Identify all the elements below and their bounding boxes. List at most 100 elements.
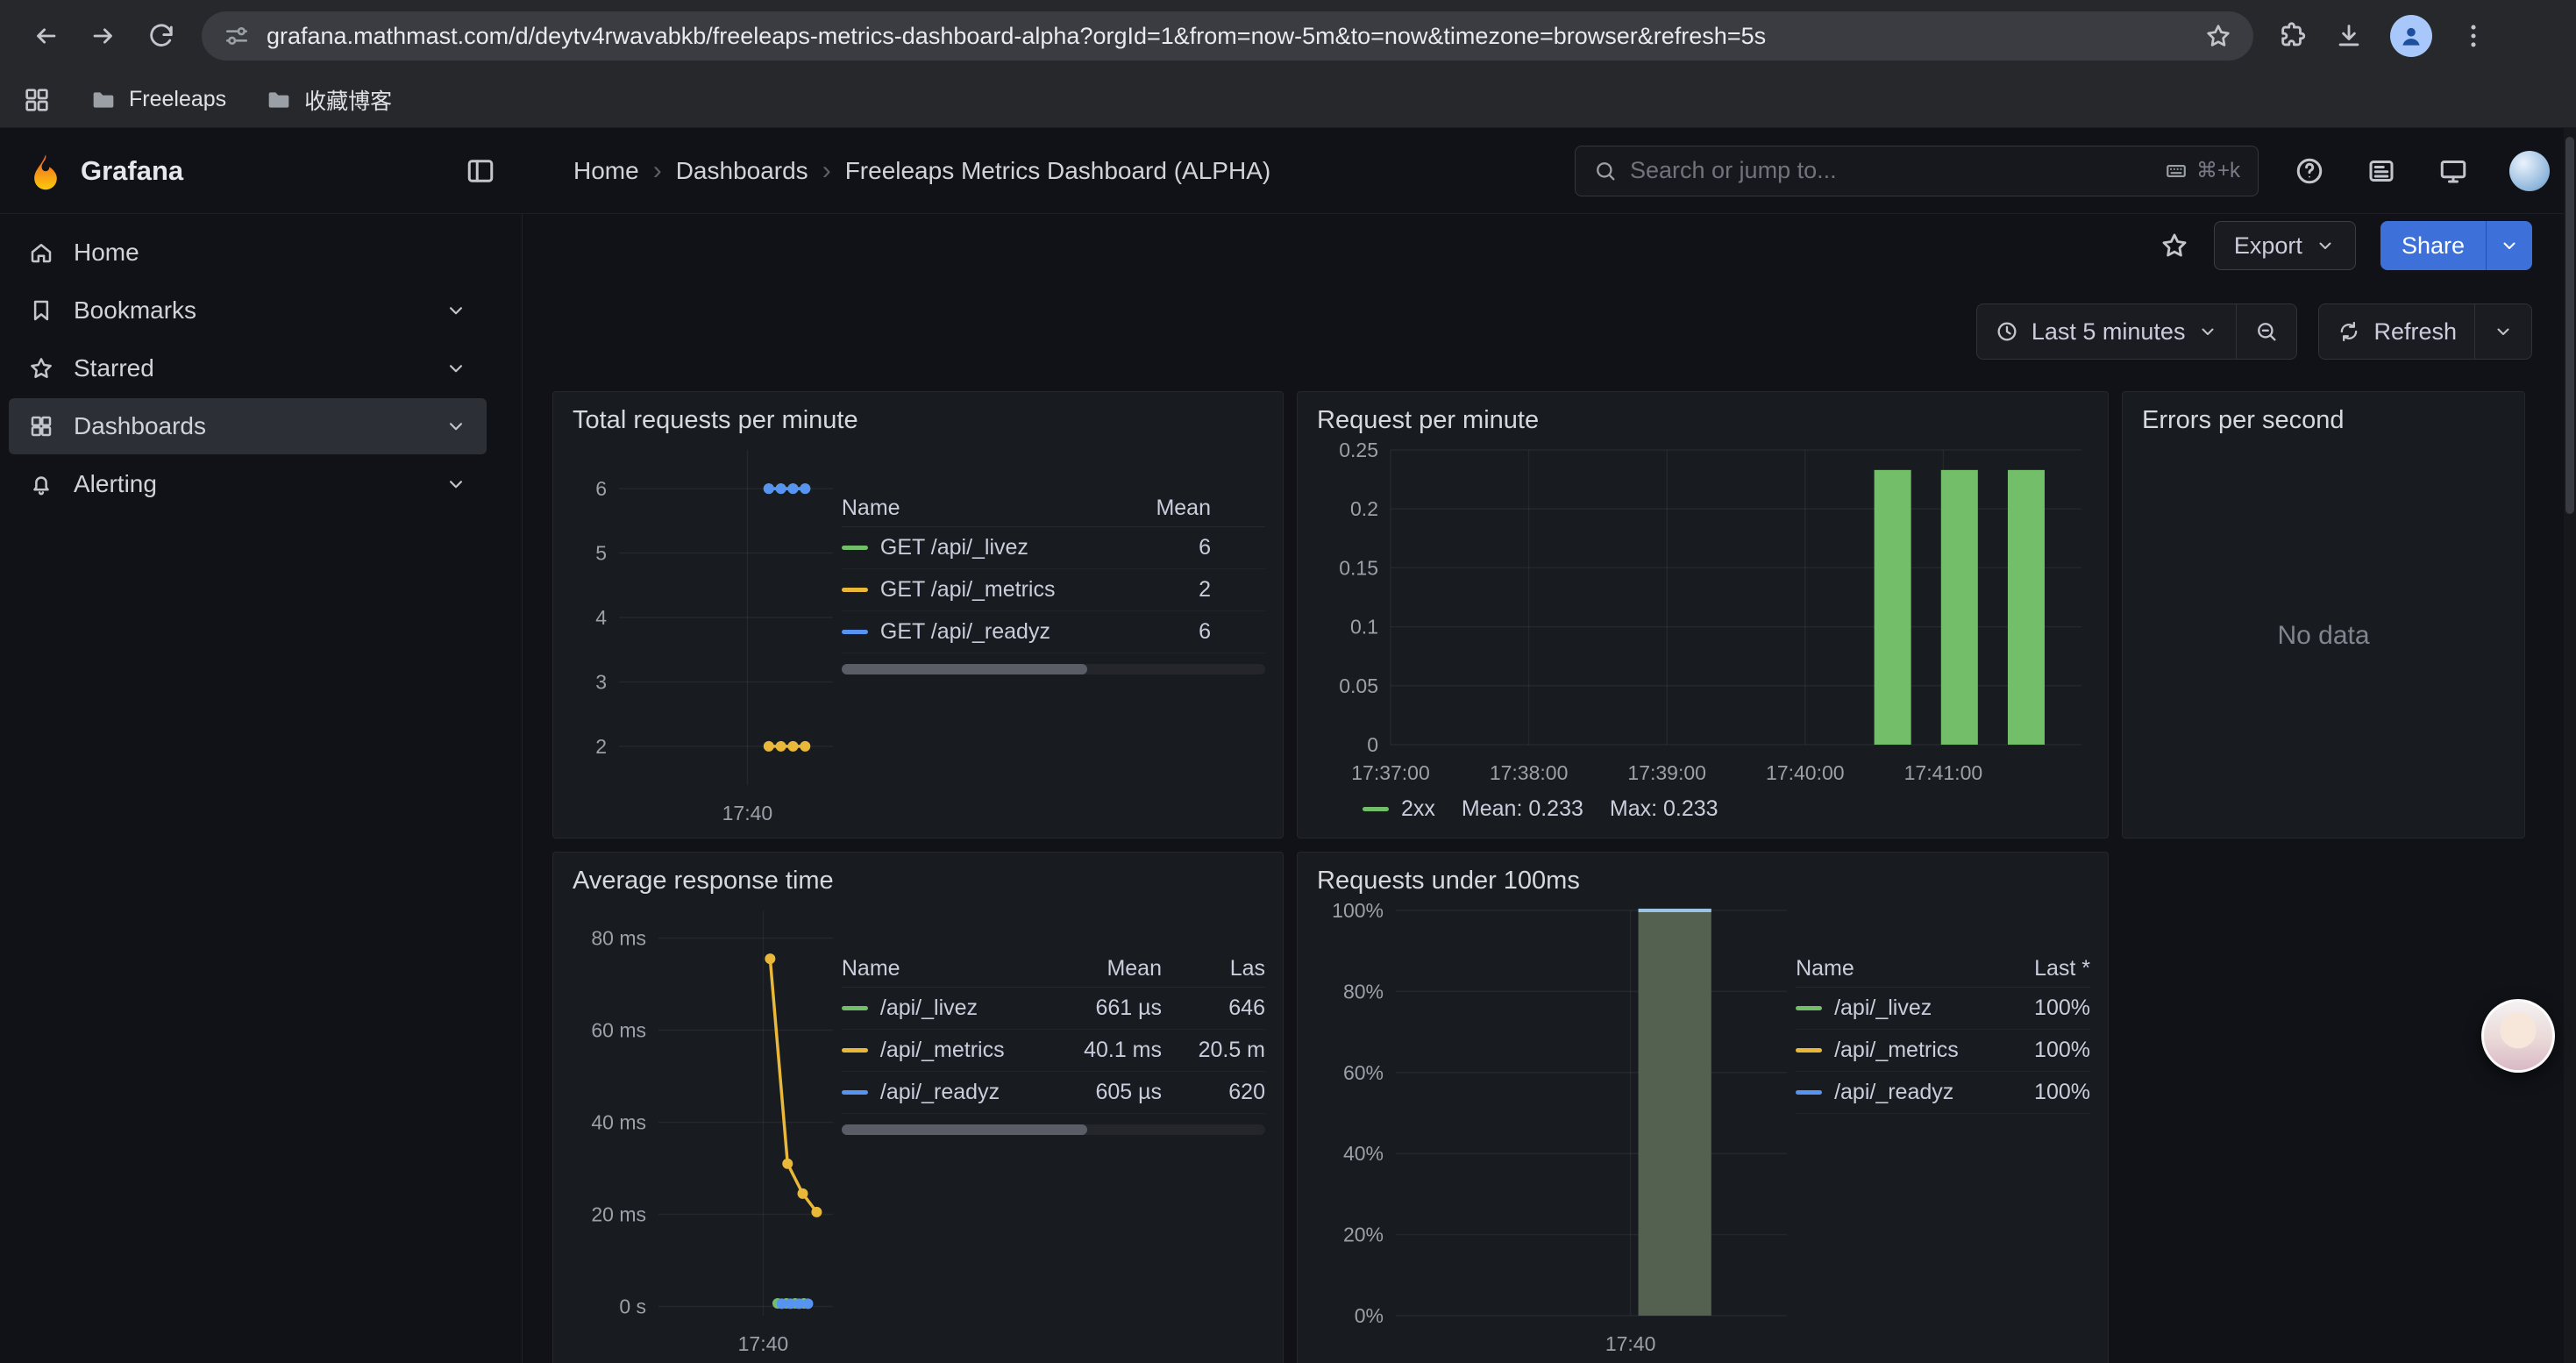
time-range-group: Last 5 minutes	[1976, 303, 2298, 360]
grafana-brand[interactable]: Grafana	[26, 152, 465, 190]
legend-column-header[interactable]: Mean	[1079, 496, 1211, 521]
legend-row[interactable]: GET /api/_readyz6	[842, 611, 1265, 653]
favorite-star-icon[interactable]	[2160, 231, 2189, 260]
floating-avatar[interactable]	[2481, 999, 2555, 1073]
chart-request-per-minute[interactable]: 00.050.10.150.20.2517:37:0017:38:0017:39…	[1315, 443, 2090, 789]
back-arrow-icon	[31, 21, 60, 51]
search-shortcut: ⌘+k	[2165, 158, 2240, 183]
help-icon[interactable]	[2294, 155, 2325, 187]
breadcrumb-dashboards[interactable]: Dashboards	[676, 157, 808, 185]
share-button[interactable]: Share	[2380, 221, 2532, 270]
page-scrollbar-thumb[interactable]	[2565, 137, 2574, 514]
extensions-icon[interactable]	[2278, 21, 2308, 51]
chevron-down-icon[interactable]	[445, 473, 467, 496]
bookmark-icon	[28, 297, 54, 324]
legend-row[interactable]: /api/_readyz605 µs620	[842, 1072, 1265, 1114]
sidebar-item-alerting[interactable]: Alerting	[9, 456, 487, 512]
panel-title[interactable]: Errors per second	[2123, 392, 2524, 435]
legend-row[interactable]: GET /api/_metrics2	[842, 569, 1265, 611]
legend-column-header[interactable]: Name	[842, 956, 1030, 981]
svg-text:0.2: 0.2	[1350, 497, 1378, 520]
svg-text:3: 3	[595, 670, 607, 693]
breadcrumb-home[interactable]: Home	[573, 157, 639, 185]
reload-button[interactable]	[135, 10, 188, 62]
panel-total-requests-per-minute[interactable]: Total requests per minute 2345617:40 Nam…	[552, 391, 1284, 838]
scrollbar-thumb[interactable]	[842, 1124, 1087, 1135]
chevron-down-icon	[2315, 235, 2336, 256]
chart-average-response-time[interactable]: 0 s20 ms40 ms60 ms80 ms17:40	[571, 903, 842, 1359]
news-icon[interactable]	[2366, 155, 2397, 187]
chart-requests-under-100ms[interactable]: 0%20%40%60%80%100%17:40	[1315, 903, 1796, 1359]
monitor-icon[interactable]	[2437, 155, 2469, 187]
legend-column-header[interactable]: Name	[842, 496, 1079, 521]
search-box[interactable]: ⌘+k	[1575, 146, 2259, 196]
series-color-indicator	[1796, 1090, 1822, 1095]
legend-value: 100%	[1959, 995, 2090, 1021]
sidebar-item-bookmarks[interactable]: Bookmarks	[9, 282, 487, 339]
svg-text:80 ms: 80 ms	[591, 927, 646, 950]
panel-errors-per-second[interactable]: Errors per second No data	[2122, 391, 2525, 838]
sidebar-toggle-icon[interactable]	[465, 155, 496, 187]
chevron-down-icon[interactable]	[445, 357, 467, 380]
url-text[interactable]: grafana.mathmast.com/d/deytv4rwavabkb/fr…	[267, 23, 2188, 50]
refresh-icon	[2337, 319, 2361, 344]
export-button[interactable]: Export	[2214, 221, 2356, 270]
refresh-button[interactable]: Refresh	[2319, 304, 2474, 359]
legend-column-header[interactable]: Last *	[1959, 956, 2090, 981]
chart-total-requests[interactable]: 2345617:40	[571, 443, 842, 829]
sidebar-item-dashboards[interactable]: Dashboards	[9, 398, 487, 454]
legend-scrollbar[interactable]	[842, 1124, 1265, 1135]
legend-row[interactable]: /api/_metrics40.1 ms20.5 m	[842, 1030, 1265, 1072]
bookmark-folder-blogs[interactable]: 收藏博客	[265, 84, 392, 116]
panel-requests-under-100ms[interactable]: Requests under 100ms 0%20%40%60%80%100%1…	[1297, 852, 2109, 1363]
legend-column-header[interactable]: Las	[1162, 956, 1265, 981]
bookmark-star-icon[interactable]	[2204, 22, 2232, 50]
breadcrumb-current: Freeleaps Metrics Dashboard (ALPHA)	[845, 157, 1271, 185]
chevron-down-icon[interactable]	[445, 299, 467, 322]
legend-row[interactable]: /api/_metrics100%	[1796, 1030, 2090, 1072]
sidebar-item-starred[interactable]: Starred	[9, 340, 487, 396]
legend-row[interactable]: /api/_readyz100%	[1796, 1072, 2090, 1114]
bell-icon	[28, 471, 54, 497]
download-icon[interactable]	[2334, 21, 2364, 51]
legend-value: 646	[1162, 995, 1265, 1021]
panel-title[interactable]: Total requests per minute	[553, 392, 1283, 435]
scrollbar-thumb[interactable]	[842, 664, 1087, 674]
legend-column-header[interactable]: Mean	[1030, 956, 1162, 981]
no-data-message: No data	[2140, 443, 2507, 829]
panel-title[interactable]: Requests under 100ms	[1298, 853, 2108, 896]
site-settings-icon[interactable]	[223, 22, 251, 50]
user-avatar[interactable]	[2509, 151, 2550, 191]
browser-toolbar: grafana.mathmast.com/d/deytv4rwavabkb/fr…	[0, 0, 2576, 72]
series-color-indicator	[1796, 1048, 1822, 1053]
time-range-picker[interactable]: Last 5 minutes	[1977, 304, 2237, 359]
legend-column-header[interactable]: Name	[1796, 956, 1959, 981]
legend-row[interactable]: /api/_livez661 µs646	[842, 988, 1265, 1030]
legend-row[interactable]: /api/_livez100%	[1796, 988, 2090, 1030]
zoom-out-button[interactable]	[2237, 304, 2296, 359]
legend-scrollbar[interactable]	[842, 664, 1265, 674]
browser-profile-avatar[interactable]	[2390, 15, 2432, 57]
forward-button[interactable]	[77, 10, 130, 62]
search-input[interactable]	[1630, 157, 2153, 184]
sidebar-item-home[interactable]: Home	[9, 225, 487, 281]
share-menu-toggle[interactable]	[2487, 221, 2532, 270]
sidebar-nav: Home Bookmarks Starred Dashboards Alerti…	[0, 214, 523, 1363]
bookmark-folder-freeleaps[interactable]: Freeleaps	[89, 86, 226, 114]
panel-title[interactable]: Average response time	[553, 853, 1283, 896]
series-name: GET /api/_readyz	[880, 619, 1050, 645]
page-scrollbar[interactable]	[2564, 128, 2576, 1363]
panel-average-response-time[interactable]: Average response time 0 s20 ms40 ms60 ms…	[552, 852, 1284, 1363]
dashboards-grid-icon	[28, 413, 54, 439]
chevron-down-icon[interactable]	[445, 415, 467, 438]
legend-row[interactable]: GET /api/_livez6	[842, 527, 1265, 569]
svg-text:17:40: 17:40	[1605, 1332, 1656, 1355]
browser-menu-icon[interactable]	[2459, 21, 2488, 51]
back-button[interactable]	[19, 10, 72, 62]
legend-series[interactable]: 2xx	[1363, 796, 1435, 822]
panel-title[interactable]: Request per minute	[1298, 392, 2108, 435]
panel-request-per-minute[interactable]: Request per minute 00.050.10.150.20.2517…	[1297, 391, 2109, 838]
refresh-interval-toggle[interactable]	[2475, 304, 2531, 359]
address-bar[interactable]: grafana.mathmast.com/d/deytv4rwavabkb/fr…	[202, 11, 2253, 61]
apps-grid-icon[interactable]	[23, 86, 51, 114]
